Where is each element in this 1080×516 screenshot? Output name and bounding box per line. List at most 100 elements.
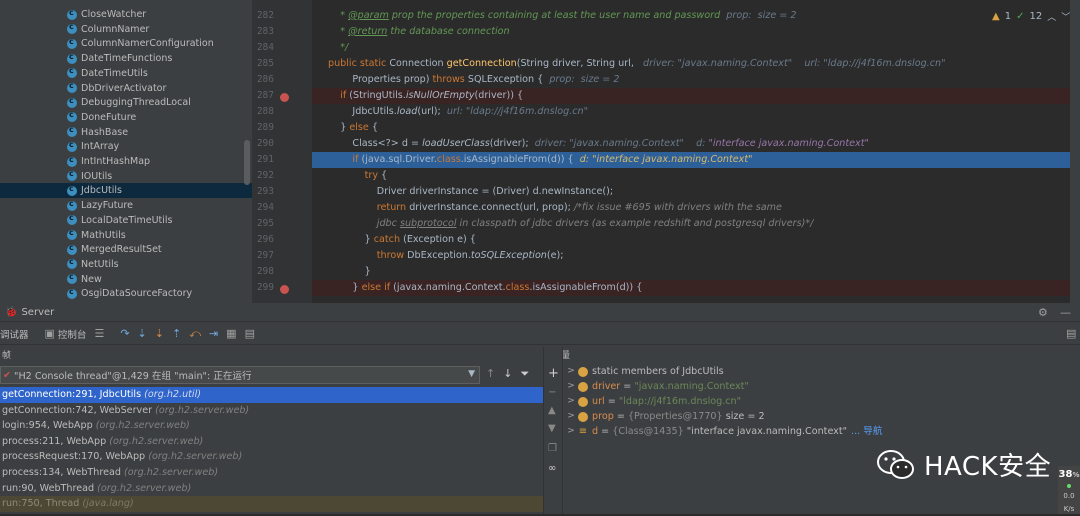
variable-row-static[interactable]: > static members of JdbcUtils: [564, 364, 1064, 379]
class-icon: [67, 52, 77, 64]
class-icon: [67, 96, 77, 108]
frame-row[interactable]: getConnection:742, WebServer (org.h2.ser…: [0, 403, 543, 419]
class-icon: [67, 184, 77, 196]
breakpoint-icon[interactable]: [280, 93, 289, 102]
frame-row[interactable]: processRequest:170, WebApp (org.h2.serve…: [0, 449, 543, 465]
chevron-right-icon[interactable]: >: [564, 424, 578, 439]
class-icon: [67, 272, 77, 285]
tree-item[interactable]: IntArray: [0, 139, 252, 154]
inspection-widget[interactable]: ▲ 1 ✓ 12 ︿ ﹀: [992, 10, 1070, 23]
arrow-up-icon[interactable]: ▲: [548, 405, 556, 416]
tree-item[interactable]: LazyFuture: [0, 198, 252, 213]
frame-row[interactable]: process:134, WebThread (org.h2.server.we…: [0, 465, 543, 481]
step-out-icon[interactable]: ⇡: [172, 327, 181, 340]
variable-row-url[interactable]: > url = "ldap://j4f16m.dnslog.cn": [564, 394, 1064, 409]
line-number: 294: [256, 202, 274, 213]
scrollbar[interactable]: [244, 140, 250, 185]
tree-item-label: OsgiDataSourceFactory: [81, 288, 193, 300]
right-tool-strip[interactable]: [1070, 0, 1080, 303]
layout-icon[interactable]: ▤: [245, 327, 255, 340]
editor-gutter[interactable]: 282 283 284 285 286 287 288 289 290 291 292 293 294 2…: [252, 0, 312, 303]
chevron-right-icon[interactable]: >: [564, 379, 578, 394]
wechat-icon: [877, 449, 914, 479]
tab-console[interactable]: 控制台: [58, 327, 87, 341]
tree-item[interactable]: DebuggingThreadLocal: [0, 95, 252, 110]
tree-item[interactable]: CloseWatcher: [0, 7, 252, 22]
evaluate-icon[interactable]: ▦: [226, 327, 236, 340]
minus-icon[interactable]: −: [548, 387, 556, 398]
tree-item[interactable]: MathUtils: [0, 228, 252, 243]
force-step-into-icon[interactable]: ⇣: [155, 327, 164, 340]
line-number: 287: [256, 90, 274, 101]
drop-frame-icon[interactable]: ⤺: [189, 327, 201, 341]
step-over-icon[interactable]: ↷: [120, 327, 129, 340]
chevron-right-icon[interactable]: >: [564, 364, 578, 379]
frame-row[interactable]: process:211, WebApp (org.h2.server.web): [0, 434, 543, 450]
arrow-down-icon[interactable]: ↓: [503, 367, 512, 381]
code-line-285: public static Connection getConnection(S…: [328, 58, 946, 69]
copy-icon[interactable]: ❐: [548, 443, 557, 454]
code-line-284: */: [340, 42, 349, 53]
parameter-icon: [578, 411, 588, 422]
menu-icon[interactable]: ☰: [94, 327, 104, 340]
frame-row[interactable]: run:90, WebThread (org.h2.server.web): [0, 481, 543, 497]
tree-item[interactable]: OsgiDataSourceFactory: [0, 286, 252, 301]
tree-item-label: DoneFuture: [81, 111, 137, 123]
frame-package: (org.h2.server.web): [97, 482, 192, 494]
tree-item[interactable]: DateTimeUtils: [0, 66, 252, 81]
tree-item[interactable]: JdbcUtils: [0, 183, 252, 199]
frame-row[interactable]: run:750, Thread (java.lang): [0, 496, 543, 512]
variable-row-driver[interactable]: > driver = "javax.naming.Context": [564, 379, 1064, 394]
tree-item[interactable]: DbDriverActivator: [0, 81, 252, 96]
tree-item-label: NetUtils: [81, 258, 119, 270]
tree-item[interactable]: MergedResultSet: [0, 242, 252, 257]
tree-item-label: DateTimeUtils: [81, 67, 148, 79]
code-editor[interactable]: * @param prop the properties containing …: [312, 0, 1070, 303]
minimize-icon[interactable]: —: [1060, 306, 1071, 319]
tree-item[interactable]: LocalDateTimeUtils: [0, 213, 252, 228]
restore-layout-icon[interactable]: ▤: [1066, 327, 1076, 340]
ok-count: 12: [1029, 11, 1043, 22]
variable-row-prop[interactable]: > prop = {Properties@1770} size = 2: [564, 409, 1064, 424]
line-number: 290: [256, 138, 274, 149]
tree-item[interactable]: HashBase: [0, 125, 252, 140]
chevron-up-icon[interactable]: ︿: [1047, 10, 1056, 23]
line-number: 297: [256, 250, 274, 261]
tree-item[interactable]: IOUtils: [0, 169, 252, 184]
arrow-up-icon[interactable]: ↑: [486, 367, 495, 381]
code-line-290: Class<?> d = loadUserClass(driver); driv…: [328, 138, 869, 149]
line-number: 283: [256, 26, 274, 37]
step-into-icon[interactable]: ⇣: [138, 327, 147, 340]
tree-item[interactable]: New: [0, 272, 252, 287]
gear-icon[interactable]: ⚙: [1038, 306, 1048, 319]
navigate-link[interactable]: ... 导航: [851, 424, 882, 439]
add-watch-icon[interactable]: +: [548, 366, 559, 381]
frame-row[interactable]: getConnection:291, JdbcUtils (org.h2.uti…: [0, 387, 543, 403]
breakpoint-icon[interactable]: [280, 285, 289, 294]
run-config-name[interactable]: Server: [21, 307, 54, 318]
check-icon: ✓: [1016, 11, 1025, 22]
thread-selector[interactable]: ✔ "H2 Console thread"@1,429 在组 "main": 正…: [0, 366, 480, 384]
tab-debugger[interactable]: 调试器: [0, 327, 29, 341]
debug-tool-title: 🐞 Server ⚙ —: [0, 303, 1080, 322]
class-icon: [67, 287, 77, 299]
variable-row-d[interactable]: > ≡ d = {Class@1435} "interface javax.na…: [564, 424, 1064, 439]
variables-header: 变量: [552, 347, 1072, 365]
frame-package: (org.h2.server.web): [155, 404, 250, 416]
frame-row[interactable]: login:954, WebApp (org.h2.server.web): [0, 418, 543, 434]
line-number: 299: [256, 282, 274, 293]
chevron-right-icon[interactable]: >: [564, 394, 578, 409]
filter-icon[interactable]: ⏷: [520, 367, 529, 381]
tree-item[interactable]: IntIntHashMap: [0, 154, 252, 169]
tree-item[interactable]: ColumnNamer: [0, 22, 252, 37]
run-to-cursor-icon[interactable]: ⇥: [209, 327, 218, 340]
glasses-icon[interactable]: ∞: [548, 463, 556, 474]
tree-item[interactable]: ColumnNamerConfiguration: [0, 36, 252, 51]
tree-item-label: DebuggingThreadLocal: [81, 97, 191, 109]
tree-item[interactable]: NetUtils: [0, 257, 252, 272]
tree-item[interactable]: DateTimeFunctions: [0, 51, 252, 66]
arrow-down-icon[interactable]: ▼: [548, 423, 556, 434]
tree-item[interactable]: DoneFuture: [0, 110, 252, 125]
chevron-right-icon[interactable]: >: [564, 409, 578, 424]
chevron-down-icon[interactable]: ﹀: [1061, 10, 1070, 23]
